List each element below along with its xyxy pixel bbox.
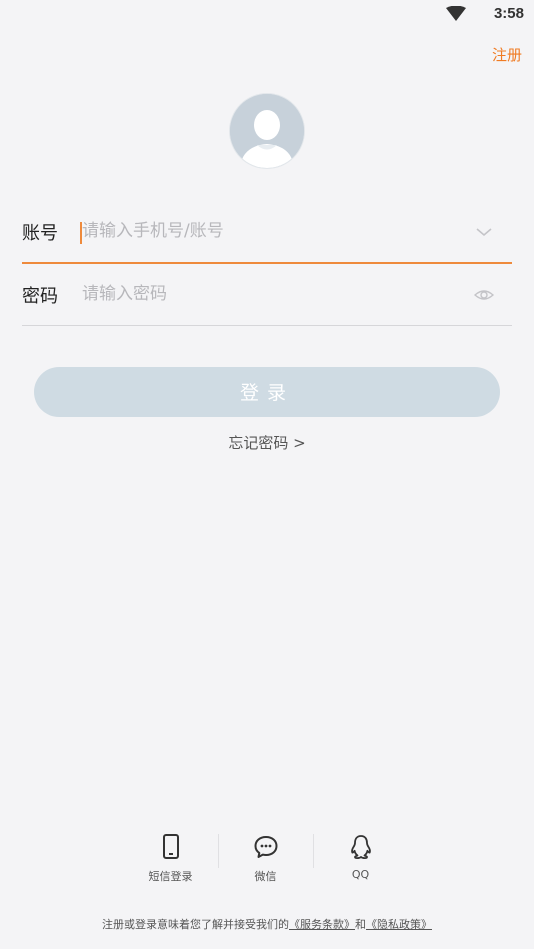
agreement-text: 注册或登录意味着您了解并接受我们的《服务条款》和《隐私政策》: [0, 916, 534, 932]
password-label: 密码: [22, 286, 58, 307]
text-cursor: [80, 222, 82, 244]
social-login-row: 短信登录 微信 QQ: [123, 832, 410, 888]
register-link[interactable]: 注册: [492, 44, 522, 65]
sms-login-label: 短信登录: [148, 870, 193, 883]
password-field: 密码: [22, 265, 512, 326]
chevron-down-icon[interactable]: [474, 222, 494, 242]
status-time: 3:58: [493, 5, 524, 22]
account-field: 账号: [22, 202, 512, 264]
status-bar: 3:58: [0, 0, 534, 28]
avatar: [230, 94, 304, 168]
sms-login-option[interactable]: 短信登录: [123, 832, 218, 888]
eye-icon[interactable]: [474, 285, 494, 305]
default-avatar-icon: [230, 94, 304, 168]
agreement-and: 和: [355, 918, 366, 931]
account-input[interactable]: [80, 216, 452, 246]
qq-login-option[interactable]: QQ: [313, 832, 408, 888]
agreement-prefix: 注册或登录意味着您了解并接受我们的: [102, 918, 289, 931]
phone-icon: [162, 834, 179, 859]
wechat-icon: [254, 836, 277, 858]
privacy-policy-link[interactable]: 《隐私政策》: [366, 918, 432, 931]
qq-icon: [350, 835, 371, 860]
wifi-icon: [446, 6, 466, 21]
password-input[interactable]: [80, 279, 452, 309]
wechat-login-label: 微信: [254, 870, 277, 883]
wechat-login-option[interactable]: 微信: [218, 832, 313, 888]
account-label: 账号: [22, 223, 58, 244]
forgot-password-link[interactable]: 忘记密码 >: [0, 432, 534, 453]
login-button[interactable]: 登录: [34, 367, 500, 417]
terms-of-service-link[interactable]: 《服务条款》: [289, 918, 355, 931]
qq-login-label: QQ: [351, 868, 370, 881]
